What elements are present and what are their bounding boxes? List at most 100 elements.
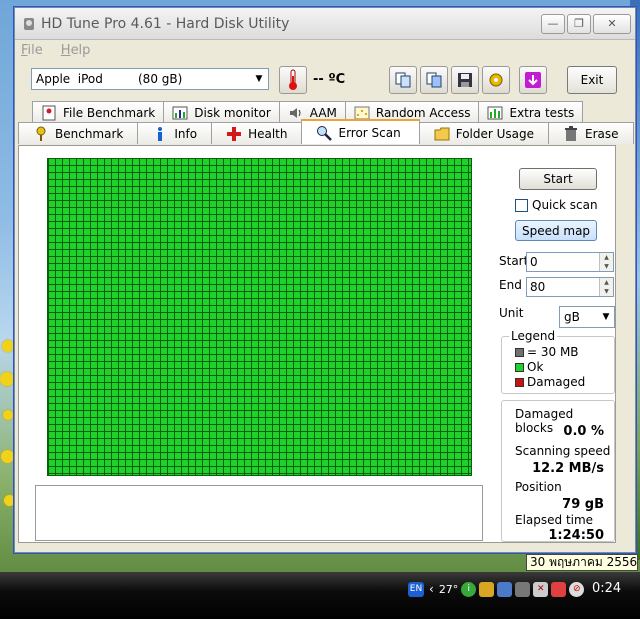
- title-bar[interactable]: HD Tune Pro 4.61 - Hard Disk Utility — ❐…: [15, 8, 635, 40]
- tab-label: Error Scan: [338, 125, 401, 140]
- legend-block-size: = 30 MB: [515, 345, 579, 359]
- trash-icon: [563, 125, 579, 142]
- app-icon: [24, 17, 34, 30]
- spin-down-icon[interactable]: ▼: [599, 262, 613, 271]
- tab-label: Disk monitor: [194, 105, 271, 120]
- scanning-speed-label: Scanning speed: [515, 444, 611, 458]
- scan-stats-box: Damaged blocks 0.0 % Scanning speed 12.2…: [501, 400, 615, 543]
- volume-muted-icon[interactable]: ✕: [533, 581, 549, 597]
- tab-info[interactable]: Info: [137, 122, 213, 144]
- tab-health[interactable]: Health: [211, 122, 303, 144]
- security-tray-icon[interactable]: [551, 581, 567, 597]
- tab-folder-usage[interactable]: Folder Usage: [418, 122, 550, 144]
- network-tray-icon[interactable]: [497, 581, 513, 597]
- date-tooltip: 30 พฤษภาคม 2556: [526, 554, 638, 571]
- exit-button[interactable]: Exit: [567, 66, 617, 94]
- floppy-disk-icon: [458, 73, 472, 87]
- position-value: 79 gB: [562, 497, 604, 512]
- drive-name: Apple iPod: [36, 72, 103, 86]
- arrow-down-icon: [525, 72, 541, 88]
- copy-info-button[interactable]: [389, 66, 417, 94]
- folder-icon: [434, 126, 450, 142]
- damaged-blocks-value: 0.0 %: [563, 424, 604, 439]
- tab-file-benchmark[interactable]: File Benchmark: [32, 101, 165, 123]
- unit-value: gB: [564, 310, 580, 324]
- maximize-button[interactable]: ❐: [567, 13, 591, 34]
- copy-screenshot-button[interactable]: [420, 66, 448, 94]
- tab-extra-tests[interactable]: Extra tests: [478, 101, 584, 123]
- copy-icon: [395, 72, 411, 88]
- language-indicator[interactable]: EN: [408, 581, 424, 597]
- tab-label: Extra tests: [509, 105, 575, 120]
- tab-label: File Benchmark: [63, 105, 156, 120]
- drive-select[interactable]: Apple iPod (80 gB) ▼: [31, 68, 269, 90]
- close-button[interactable]: ✕: [593, 13, 631, 34]
- info-icon: [152, 126, 168, 142]
- save-button[interactable]: [451, 66, 479, 94]
- magnifier-icon: [316, 125, 333, 141]
- thermometer-icon: [289, 69, 297, 90]
- scan-log-box[interactable]: [35, 485, 483, 541]
- spin-down-icon[interactable]: ▼: [599, 287, 613, 296]
- menu-bar: File Help: [15, 40, 635, 60]
- chevron-down-icon: ▼: [255, 74, 263, 84]
- tab-disk-monitor[interactable]: Disk monitor: [163, 101, 280, 123]
- device-tray-icon[interactable]: [515, 581, 531, 597]
- blocked-tray-icon[interactable]: ⊘: [569, 581, 585, 597]
- tab-error-scan[interactable]: Error Scan: [301, 119, 420, 144]
- tab-label: Random Access: [375, 105, 471, 120]
- chevron-left-icon[interactable]: ‹: [427, 582, 436, 596]
- unit-select[interactable]: gB ▼: [559, 306, 615, 328]
- tab-label: Benchmark: [55, 126, 124, 141]
- drive-size: (80 gB): [138, 72, 183, 86]
- menu-help[interactable]: Help: [61, 43, 91, 58]
- start-position-input[interactable]: 0 ▲ ▼: [526, 252, 614, 272]
- elapsed-time-value: 1:24:50: [548, 528, 604, 543]
- system-tray: EN ‹ 27° i ✕ ⊘: [408, 577, 585, 601]
- damaged-swatch: [515, 377, 524, 387]
- tab-label: AAM: [309, 105, 337, 120]
- screenshot-icon: [426, 72, 442, 88]
- spin-up-icon[interactable]: ▲: [599, 253, 613, 262]
- error-scan-panel: Start Quick scan Speed map Start 0 ▲ ▼ En…: [18, 145, 616, 543]
- info-tray-icon[interactable]: i: [461, 581, 477, 597]
- menu-file[interactable]: File: [21, 43, 43, 58]
- start-position-label: Start: [499, 254, 529, 268]
- weather-temperature[interactable]: 27°: [439, 583, 459, 596]
- chevron-down-icon: ▼: [602, 312, 610, 322]
- health-cross-icon: [226, 126, 242, 142]
- start-scan-button[interactable]: Start: [519, 168, 597, 190]
- disk-monitor-icon: [172, 105, 188, 121]
- tab-erase[interactable]: Erase: [548, 122, 634, 144]
- untested-swatch: [515, 347, 524, 357]
- ok-swatch: [515, 362, 524, 372]
- options-button[interactable]: [482, 66, 510, 94]
- speed-map-button[interactable]: Speed map: [515, 220, 597, 241]
- spin-up-icon[interactable]: ▲: [599, 278, 613, 287]
- position-label: Position: [515, 480, 562, 494]
- tab-benchmark[interactable]: Benchmark: [18, 122, 139, 144]
- minimize-button[interactable]: —: [541, 13, 565, 34]
- wrench-icon: [489, 73, 503, 87]
- tab-label: Erase: [585, 126, 619, 141]
- legend-title: Legend: [509, 329, 558, 343]
- checkbox-box[interactable]: [515, 198, 528, 212]
- scan-block-map: [47, 158, 472, 476]
- window-title: HD Tune Pro 4.61 - Hard Disk Utility: [41, 15, 290, 32]
- download-button[interactable]: [519, 66, 547, 94]
- legend-box: Legend = 30 MB Ok Damaged: [501, 329, 615, 394]
- temperature-button[interactable]: [279, 66, 307, 94]
- quick-scan-checkbox[interactable]: Quick scan: [515, 198, 598, 212]
- toolbar: Apple iPod (80 gB) ▼ -- ºC Exit: [15, 60, 635, 100]
- end-position-input[interactable]: 80 ▲ ▼: [526, 277, 614, 297]
- folder-tray-icon[interactable]: [479, 581, 495, 597]
- file-benchmark-icon: [41, 105, 57, 121]
- end-position-label: End: [499, 278, 522, 292]
- unit-label: Unit: [499, 306, 524, 320]
- end-position-value: 80: [530, 280, 546, 294]
- benchmark-icon: [33, 126, 49, 142]
- temperature-readout: -- ºC: [313, 72, 346, 87]
- taskbar-clock[interactable]: 0:24: [592, 581, 621, 596]
- quick-scan-label: Quick scan: [532, 198, 598, 212]
- tab-label: Info: [174, 126, 198, 141]
